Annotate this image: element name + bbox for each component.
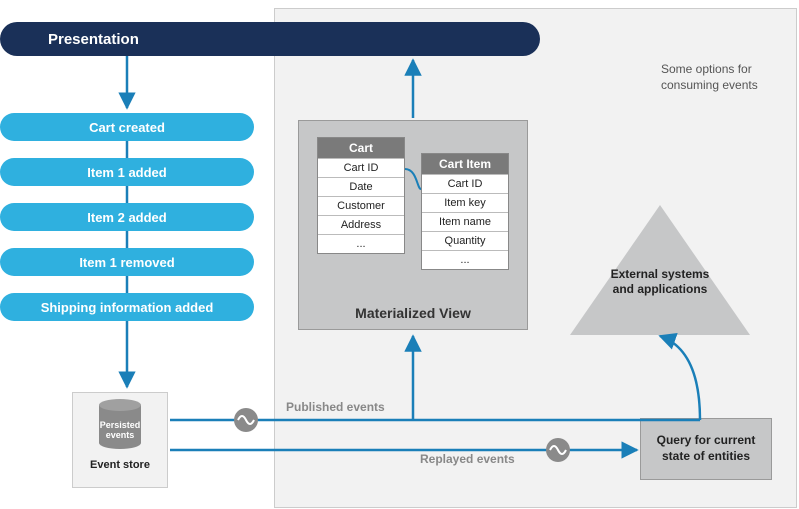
table-row: Item key <box>422 193 508 212</box>
published-events-label: Published events <box>286 400 385 414</box>
table-row: ... <box>318 234 404 253</box>
external-systems-triangle: External systems and applications <box>570 205 750 335</box>
query-label: Query for current state of entities <box>641 433 771 464</box>
table-row: Cart ID <box>422 174 508 193</box>
cylinder-label: Persisted events <box>99 421 141 441</box>
event-pill-0: Cart created <box>0 113 254 141</box>
event-store-box: Persisted events Event store <box>72 392 168 488</box>
event-label: Item 1 removed <box>79 255 174 270</box>
event-label: Cart created <box>89 120 165 135</box>
presentation-bar: Presentation <box>0 22 540 56</box>
table-row: ... <box>422 250 508 269</box>
event-label: Shipping information added <box>41 300 214 315</box>
panel-note: Some options for consuming events <box>661 62 771 93</box>
db-cylinder-icon: Persisted events <box>99 399 141 449</box>
materialized-view-title: Materialized View <box>299 305 527 321</box>
event-pill-1: Item 1 added <box>0 158 254 186</box>
table-cart-item: Cart Item Cart ID Item key Item name Qua… <box>421 153 509 270</box>
table-row: Item name <box>422 212 508 231</box>
table-cart: Cart Cart ID Date Customer Address ... <box>317 137 405 254</box>
materialized-view-box: Cart Cart ID Date Customer Address ... C… <box>298 120 528 330</box>
query-box: Query for current state of entities <box>640 418 772 480</box>
table-row: Cart ID <box>318 158 404 177</box>
event-pill-3: Item 1 removed <box>0 248 254 276</box>
presentation-title: Presentation <box>48 31 139 48</box>
table-header: Cart <box>318 138 404 158</box>
table-row: Address <box>318 215 404 234</box>
table-header: Cart Item <box>422 154 508 174</box>
event-pill-4: Shipping information added <box>0 293 254 321</box>
replayed-events-label: Replayed events <box>420 452 515 466</box>
table-row: Quantity <box>422 231 508 250</box>
event-pill-2: Item 2 added <box>0 203 254 231</box>
event-label: Item 2 added <box>87 210 166 225</box>
table-row: Customer <box>318 196 404 215</box>
event-store-caption: Event store <box>90 459 150 471</box>
table-row: Date <box>318 177 404 196</box>
event-label: Item 1 added <box>87 165 166 180</box>
external-systems-label: External systems and applications <box>604 267 716 297</box>
